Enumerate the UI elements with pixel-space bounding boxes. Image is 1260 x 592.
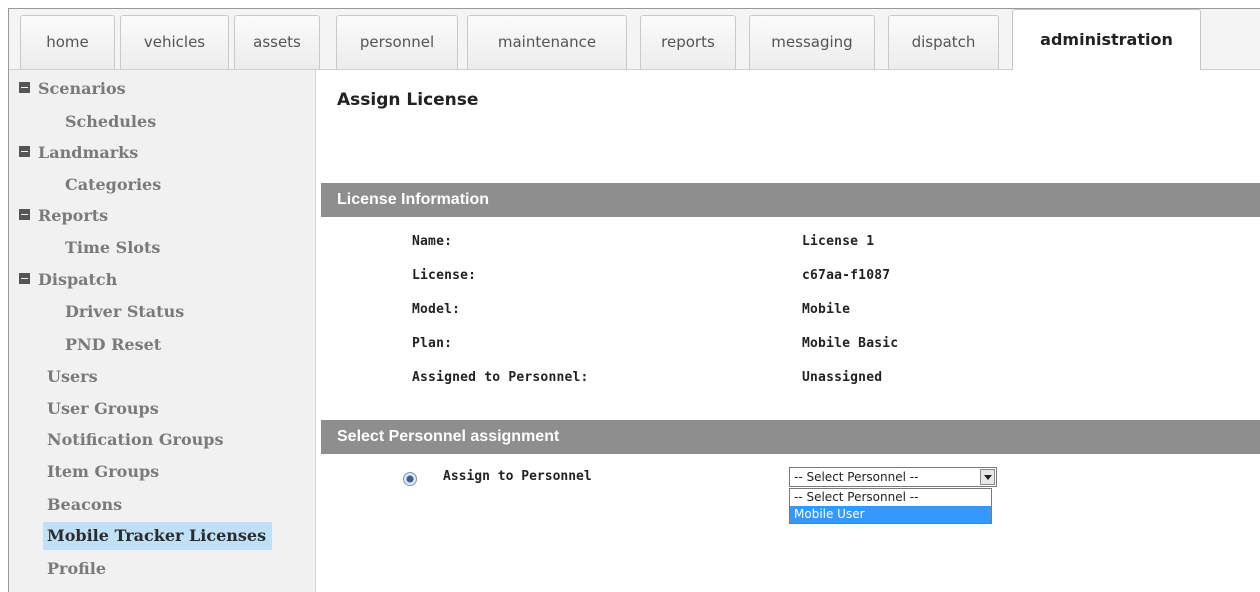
option-select-personnel[interactable]: -- Select Personnel -- bbox=[790, 489, 991, 506]
name-value: License 1 bbox=[802, 234, 875, 249]
personnel-dropdown-list: -- Select Personnel -- Mobile User bbox=[789, 488, 992, 524]
sidebar-item-label: Dispatch bbox=[38, 270, 118, 289]
sidebar: Scenarios Schedules Landmarks Categories… bbox=[9, 70, 316, 592]
collapse-icon[interactable] bbox=[19, 273, 30, 284]
plan-value: Mobile Basic bbox=[802, 336, 899, 351]
sidebar-item-scenarios[interactable]: Scenarios bbox=[19, 75, 126, 103]
sidebar-item-mobile-tracker-licenses[interactable]: Mobile Tracker Licenses bbox=[43, 522, 273, 550]
sidebar-item-label: Scenarios bbox=[38, 79, 126, 98]
sidebar-item-notification-groups[interactable]: Notification Groups bbox=[47, 426, 223, 454]
assigned-to-personnel-label: Assigned to Personnel: bbox=[412, 370, 589, 385]
dropdown-arrow-icon[interactable] bbox=[980, 469, 995, 485]
tab-reports[interactable]: reports bbox=[640, 15, 736, 69]
tab-maintenance[interactable]: maintenance bbox=[467, 15, 627, 69]
model-value: Mobile bbox=[802, 302, 851, 317]
sidebar-item-schedules[interactable]: Schedules bbox=[65, 108, 156, 136]
sidebar-item-reports[interactable]: Reports bbox=[19, 202, 108, 230]
personnel-select[interactable]: -- Select Personnel -- bbox=[789, 467, 997, 487]
sidebar-item-dispatch[interactable]: Dispatch bbox=[19, 266, 117, 294]
personnel-select-value: -- Select Personnel -- bbox=[794, 470, 919, 484]
collapse-icon[interactable] bbox=[19, 82, 30, 93]
license-information-header: License Information bbox=[321, 183, 1260, 217]
sidebar-item-beacons[interactable]: Beacons bbox=[47, 491, 122, 519]
sidebar-item-time-slots[interactable]: Time Slots bbox=[65, 234, 160, 262]
sidebar-item-label: Landmarks bbox=[38, 143, 139, 162]
sidebar-item-landmarks[interactable]: Landmarks bbox=[19, 139, 138, 167]
assign-to-personnel-radio[interactable] bbox=[403, 472, 417, 486]
assigned-to-personnel-value: Unassigned bbox=[802, 370, 883, 385]
tab-administration[interactable]: administration bbox=[1012, 9, 1201, 70]
assign-to-personnel-label: Assign to Personnel bbox=[443, 469, 592, 484]
personnel-assignment-header: Select Personnel assignment bbox=[321, 420, 1260, 454]
main-content: Assign License License Information Name:… bbox=[317, 70, 1260, 592]
tab-assets[interactable]: assets bbox=[234, 15, 320, 69]
sidebar-item-item-groups[interactable]: Item Groups bbox=[47, 458, 159, 486]
tab-vehicles[interactable]: vehicles bbox=[120, 15, 229, 69]
collapse-icon[interactable] bbox=[19, 146, 30, 157]
tab-dispatch[interactable]: dispatch bbox=[888, 15, 999, 69]
page-title: Assign License bbox=[337, 90, 479, 110]
sidebar-item-categories[interactable]: Categories bbox=[65, 171, 161, 199]
tab-personnel[interactable]: personnel bbox=[336, 15, 458, 69]
sidebar-item-users[interactable]: Users bbox=[47, 363, 98, 391]
sidebar-item-pnd-reset[interactable]: PND Reset bbox=[65, 331, 161, 359]
plan-label: Plan: bbox=[412, 336, 453, 351]
tab-messaging[interactable]: messaging bbox=[749, 15, 875, 69]
sidebar-item-profile[interactable]: Profile bbox=[47, 555, 106, 583]
tab-home[interactable]: home bbox=[20, 15, 115, 69]
license-label: License: bbox=[412, 268, 477, 283]
top-tab-bar: home vehicles assets personnel maintenan… bbox=[9, 9, 1260, 70]
option-mobile-user[interactable]: Mobile User bbox=[790, 506, 991, 523]
sidebar-item-label: Reports bbox=[38, 206, 109, 225]
collapse-icon[interactable] bbox=[19, 209, 30, 220]
sidebar-item-driver-status[interactable]: Driver Status bbox=[65, 298, 184, 326]
model-label: Model: bbox=[412, 302, 461, 317]
sidebar-item-user-groups[interactable]: User Groups bbox=[47, 395, 159, 423]
name-label: Name: bbox=[412, 234, 453, 249]
license-value: c67aa-f1087 bbox=[802, 268, 891, 283]
